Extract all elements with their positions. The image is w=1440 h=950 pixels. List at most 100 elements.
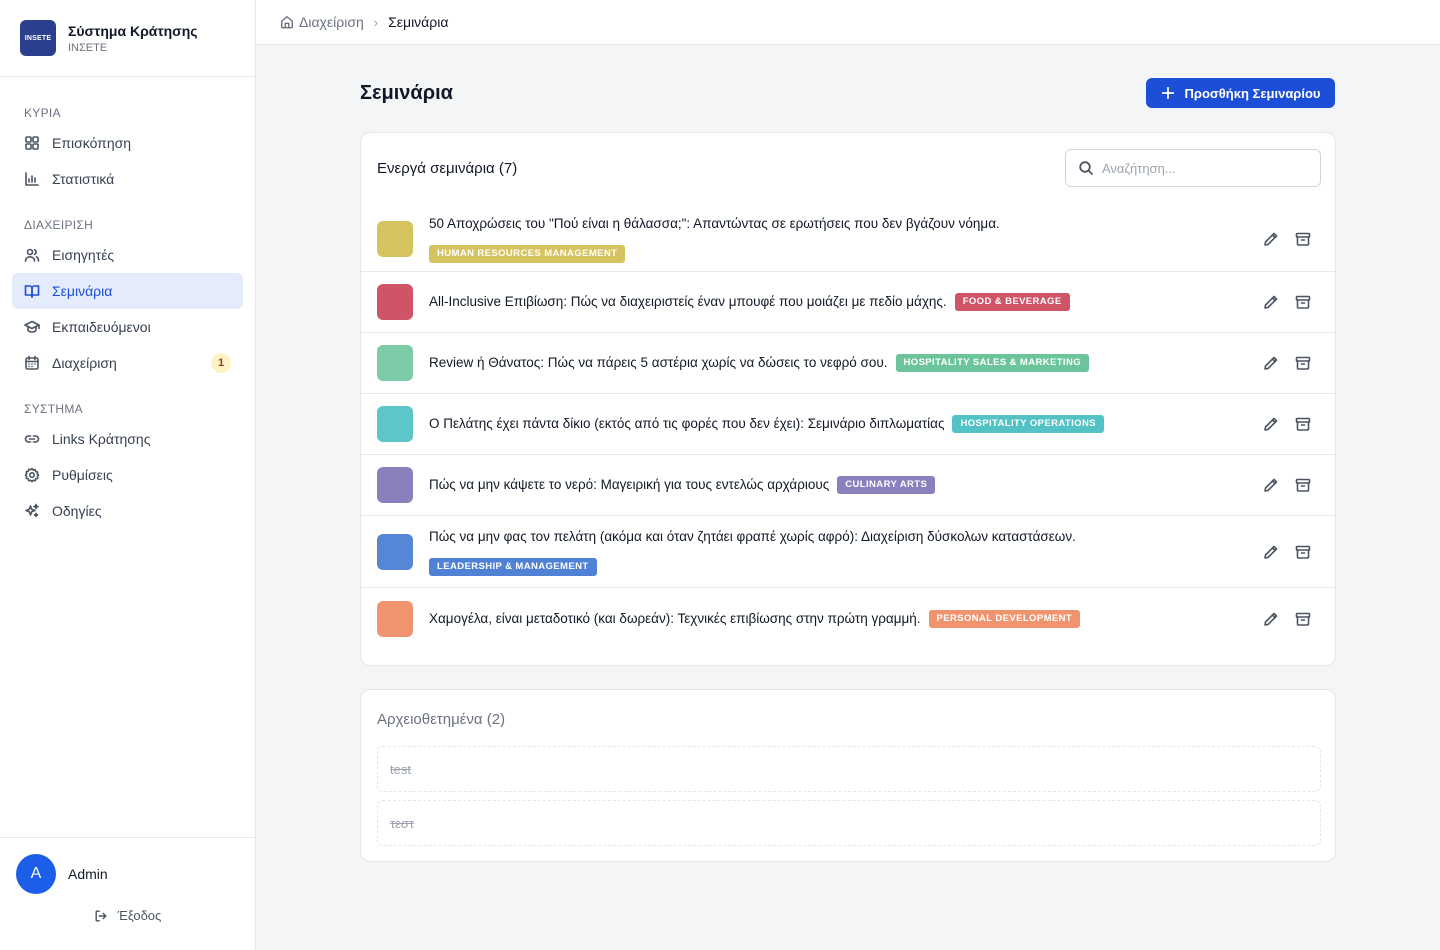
seminar-title: Review ή Θάνατος: Πώς να πάρεις 5 αστέρι… [429,355,888,370]
edit-button[interactable] [1263,544,1279,560]
archive-button[interactable] [1295,294,1311,310]
archive-button[interactable] [1295,416,1311,432]
table-row[interactable]: Πώς να μην φας τον πελάτη (ακόμα και ότα… [361,516,1335,588]
seminar-title: Πώς να μην κάψετε το νερό: Μαγειρική για… [429,477,830,492]
edit-button[interactable] [1263,294,1279,310]
user-name: Admin [68,866,108,882]
pencil-icon [1264,232,1278,246]
app-subtitle: ΙΝΣΕΤΕ [68,41,108,54]
seminar-title: All-Inclusive Επιβίωση: Πώς να διαχειρισ… [429,294,947,309]
archive-icon [1295,612,1311,626]
breadcrumb-current: Σεμινάρια [388,14,449,30]
search-input[interactable] [1102,160,1302,176]
table-row[interactable]: All-Inclusive Επιβίωση: Πώς να διαχειρισ… [361,272,1335,333]
add-seminar-label: Προσθήκη Σεμιναρίου [1184,85,1321,101]
seminar-color-swatch [377,600,413,637]
calendar-icon [25,355,39,370]
archive-icon [1295,478,1311,492]
seminar-title: Πώς να μην φας τον πελάτη (ακόμα και ότα… [429,528,1076,544]
sidebar-item-overview[interactable]: Επισκόπηση [12,125,243,161]
category-tag: HOSPITALITY OPERATIONS [952,415,1104,433]
seminar-color-swatch [377,284,413,320]
pencil-icon [1264,295,1278,309]
table-row[interactable]: Χαμογέλα, είναι μεταδοτικό (και δωρεάν):… [361,588,1335,649]
table-row[interactable]: Ο Πελάτης έχει πάντα δίκιο (εκτός από τι… [361,394,1335,455]
seminar-color-swatch [377,220,413,257]
pencil-icon [1264,417,1278,431]
sidebar-item-statistics[interactable]: Στατιστικά [12,161,243,197]
breadcrumb-home[interactable]: Διαχείριση [280,14,364,30]
search-box [1065,149,1321,187]
bar-chart-icon [25,172,39,186]
link-icon [24,435,40,443]
sparkles-icon [25,503,39,518]
sidebar-item-label: Επισκόπηση [52,135,132,151]
sidebar-item-label: Links Κράτησης [52,431,151,447]
sidebar-item-guides[interactable]: Οδηγίες [12,493,243,529]
archive-button[interactable] [1295,231,1311,247]
seminar-title: Ο Πελάτης έχει πάντα δίκιο (εκτός από τι… [429,416,945,431]
active-seminars-title: Ενεργά σεμινάρια (7) [377,160,518,177]
category-tag: CULINARY ARTS [837,476,936,494]
app-title: Σύστημα Κράτησης [68,22,198,39]
app-logo: INSETE [20,20,56,56]
edit-button[interactable] [1263,231,1279,247]
seminar-color-swatch [377,406,413,442]
category-tag: HOSPITALITY SALES & MARKETING [895,354,1090,372]
search-icon [1079,161,1093,175]
sidebar-item-label: Εκπαιδευόμενοι [52,319,151,335]
avatar[interactable]: A [16,854,56,894]
sidebar-item-label: Εισηγητές [52,247,115,263]
archive-button[interactable] [1295,355,1311,371]
table-row[interactable]: Review ή Θάνατος: Πώς να πάρεις 5 αστέρι… [361,333,1335,394]
sidebar: INSETE Σύστημα Κράτησης ΙΝΣΕΤΕ ΚΥΡΙΑ Επι… [0,0,256,950]
archive-icon [1295,417,1311,431]
sidebar-item-label: Σεμινάρια [52,283,113,299]
archived-item[interactable]: test [377,746,1321,792]
book-open-icon [24,285,40,298]
logout-icon [95,909,107,922]
table-row[interactable]: 50 Αποχρώσεις του "Πού είναι η θάλασσα;"… [361,206,1335,272]
sidebar-item-label: Στατιστικά [52,171,115,187]
sidebar-item-management[interactable]: Διαχείριση 1 [12,345,243,381]
pencil-icon [1264,356,1278,370]
archive-button[interactable] [1295,477,1311,493]
archived-list: test τεστ [377,746,1321,854]
grid-icon [25,136,39,150]
archive-button[interactable] [1295,611,1311,627]
breadcrumb-home-label: Διαχείριση [299,14,364,30]
edit-button[interactable] [1263,416,1279,432]
sidebar-nav: ΚΥΡΙΑ Επισκόπηση Στατιστικά ΔΙΑΧΕΙΡΙΣΗ Ε… [0,77,255,529]
edit-button[interactable] [1263,477,1279,493]
sidebar-item-trainees[interactable]: Εκπαιδευόμενοι [12,309,243,345]
archived-item[interactable]: τεστ [377,800,1321,846]
seminar-color-swatch [377,345,413,381]
logout-button[interactable]: Έξοδος [0,908,255,923]
archived-title: Αρχειοθετημένα (2) [377,711,506,728]
table-row[interactable]: Πώς να μην κάψετε το νερό: Μαγειρική για… [361,455,1335,516]
edit-button[interactable] [1263,611,1279,627]
sidebar-item-instructors[interactable]: Εισηγητές [12,237,243,273]
archive-icon [1295,232,1311,246]
sidebar-item-settings[interactable]: Ρυθμίσεις [12,457,243,493]
add-seminar-button[interactable]: Προσθήκη Σεμιναρίου [1146,78,1335,108]
archive-icon [1295,295,1311,309]
archive-icon [1295,356,1311,370]
nav-section-label: ΣΥΣΤΗΜΑ [24,402,83,416]
sidebar-item-label: Οδηγίες [52,503,102,519]
nav-section-label: ΚΥΡΙΑ [24,106,61,120]
sidebar-item-booking-links[interactable]: Links Κράτησης [12,421,243,457]
logout-label: Έξοδος [117,908,162,923]
edit-button[interactable] [1263,355,1279,371]
page-title: Σεμινάρια [360,82,453,104]
topbar: Διαχείριση › Σεμινάρια [256,0,1440,45]
nav-section-label: ΔΙΑΧΕΙΡΙΣΗ [24,218,94,232]
seminar-title: Χαμογέλα, είναι μεταδοτικό (και δωρεάν):… [429,610,921,626]
seminar-list: 50 Αποχρώσεις του "Πού είναι η θάλασσα;"… [361,206,1335,649]
plus-icon [1161,86,1174,100]
sidebar-item-seminars[interactable]: Σεμινάρια [12,273,243,309]
pencil-icon [1264,545,1278,559]
archive-button[interactable] [1295,544,1311,560]
category-tag: HUMAN RESOURCES MANAGEMENT [429,244,626,263]
brand: INSETE Σύστημα Κράτησης ΙΝΣΕΤΕ [0,0,255,77]
